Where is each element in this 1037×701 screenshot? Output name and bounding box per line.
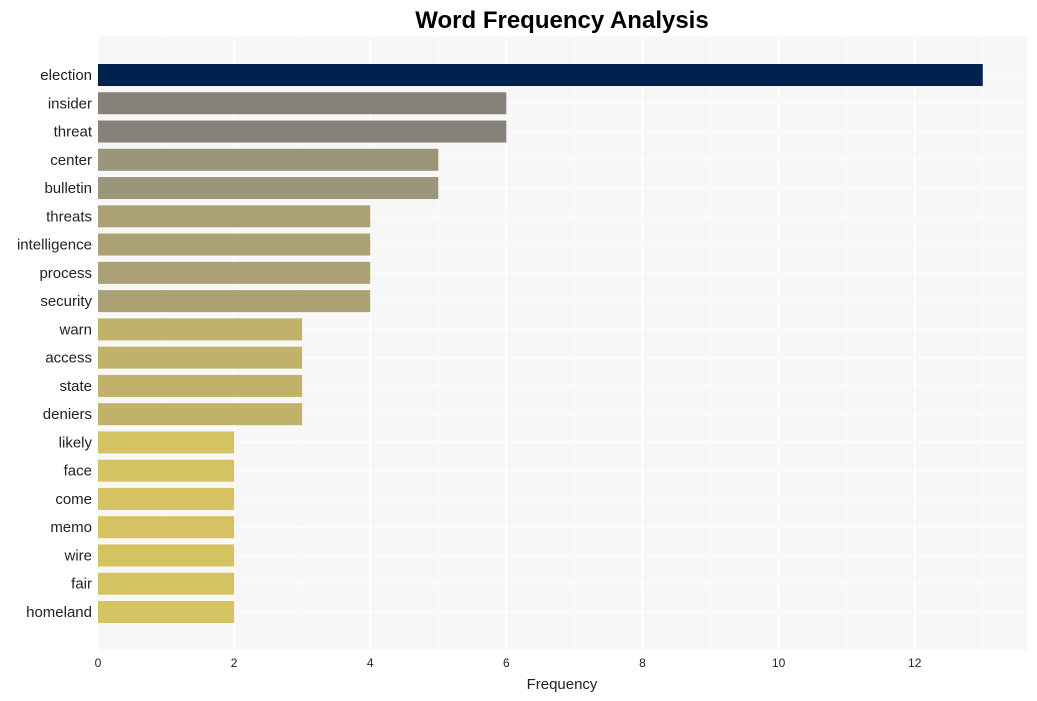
bar-come xyxy=(98,487,235,510)
bar-warn xyxy=(98,318,303,341)
y-tick-label-insider: insider xyxy=(48,95,92,112)
y-tick-label-threat: threat xyxy=(54,124,93,141)
x-tick-label: 10 xyxy=(772,656,786,670)
y-tick-label-intelligence: intelligence xyxy=(17,237,92,254)
chart-title: Word Frequency Analysis xyxy=(415,7,708,34)
bar-face xyxy=(98,459,235,482)
x-tick-label: 0 xyxy=(95,656,102,670)
y-tick-label-threats: threats xyxy=(46,208,92,225)
x-tick-label: 4 xyxy=(367,656,374,670)
bar-wire xyxy=(98,544,235,567)
bar-threats xyxy=(98,205,371,228)
y-tick-label-state: state xyxy=(59,378,92,395)
y-tick-label-wire: wire xyxy=(63,547,92,564)
bar-security xyxy=(98,290,371,313)
y-tick-label-deniers: deniers xyxy=(43,406,92,423)
bar-intelligence xyxy=(98,233,371,256)
y-tick-label-bulletin: bulletin xyxy=(44,180,92,197)
bar-memo xyxy=(98,516,235,539)
bar-threat xyxy=(98,120,507,143)
bar-state xyxy=(98,374,303,397)
y-tick-label-center: center xyxy=(50,152,92,169)
y-axis-labels: election insider threat center bulletin threa… xyxy=(17,67,93,621)
bar-homeland xyxy=(98,601,235,623)
y-tick-label-access: access xyxy=(45,350,92,367)
x-axis-ticks: 0 2 4 6 8 10 12 xyxy=(95,656,922,670)
bar-likely xyxy=(98,431,235,454)
x-tick-label: 6 xyxy=(503,656,510,670)
y-tick-label-come: come xyxy=(55,491,92,508)
bar-insider xyxy=(98,92,507,115)
bar-process xyxy=(98,261,371,284)
x-axis-label: Frequency xyxy=(527,676,598,693)
bar-fair xyxy=(98,572,235,595)
y-tick-label-warn: warn xyxy=(58,321,92,338)
y-tick-label-likely: likely xyxy=(59,434,93,451)
bar-center xyxy=(98,148,439,171)
y-tick-label-election: election xyxy=(40,67,92,84)
bar-election xyxy=(98,64,983,86)
x-tick-label: 12 xyxy=(908,656,922,670)
y-tick-label-homeland: homeland xyxy=(26,604,92,621)
bar-deniers xyxy=(98,403,303,426)
y-tick-label-fair: fair xyxy=(71,576,92,593)
word-frequency-chart: Word Frequency Analysis election insider t… xyxy=(17,7,1027,693)
y-tick-label-memo: memo xyxy=(50,519,92,536)
x-tick-label: 2 xyxy=(231,656,238,670)
bar-bulletin xyxy=(98,177,439,200)
y-tick-label-face: face xyxy=(64,463,92,480)
y-tick-label-process: process xyxy=(39,265,92,282)
x-tick-label: 8 xyxy=(639,656,646,670)
bar-access xyxy=(98,346,303,369)
y-tick-label-security: security xyxy=(40,293,92,310)
